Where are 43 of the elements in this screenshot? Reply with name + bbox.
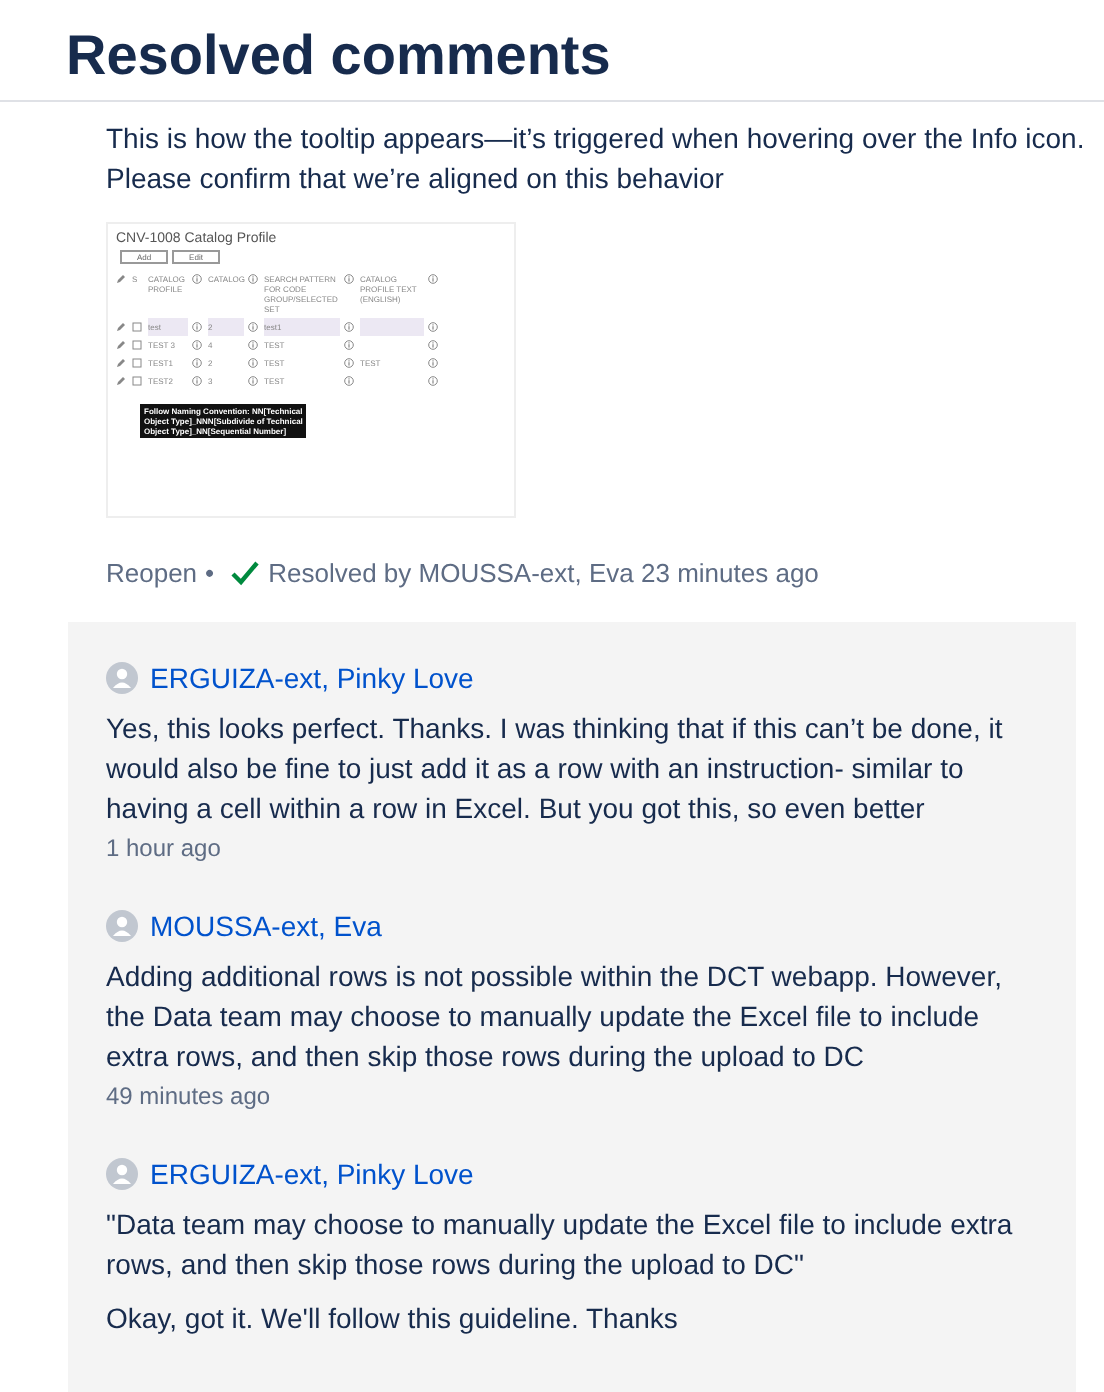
info-icon[interactable] [344,376,354,386]
reply-text: "Data team may choose to manually update the Excel file to include extra rows, and then skip those rows during the upload to DC" [106,1206,1015,1284]
separator: • [205,558,215,588]
reply-time: 1 hour ago [106,834,223,862]
author-name[interactable]: ERGUIZA-ext, Pinky Love [150,1158,474,1190]
reply-text: Okay, got it. We'll follow this guideline. Thanks [106,1300,680,1338]
reply-text: Adding additional rows is not possible within the DCT webapp. However, the Data team may choose to manually update the Excel file to include extra rows, and then skip those rows during the upload to DC [106,958,1004,1076]
info-icon[interactable] [344,274,354,284]
checkbox[interactable] [132,322,142,332]
pencil-icon[interactable] [116,274,126,284]
info-icon[interactable] [428,274,438,284]
avatar-icon [106,662,138,694]
info-icon[interactable] [192,358,202,368]
info-icon[interactable] [428,376,438,386]
info-icon[interactable] [248,340,258,350]
author-name[interactable]: ERGUIZA-ext, Pinky Love [150,662,474,694]
info-icon[interactable] [428,322,438,332]
avatar-icon [106,910,138,942]
page-title: Resolved comments [64,22,613,90]
reply-time: 49 minutes ago [106,1082,273,1110]
info-icon[interactable] [248,358,258,368]
info-icon[interactable] [428,358,438,368]
author-name[interactable]: MOUSSA-ext, Eva [150,910,382,942]
resolved-status: Resolved by MOUSSA-ext, Eva 23 minutes ago [268,558,819,588]
info-icon[interactable] [344,340,354,350]
info-icon[interactable] [248,322,258,332]
info-icon[interactable] [428,340,438,350]
info-icon[interactable] [248,274,258,284]
checkbox[interactable] [132,340,142,350]
info-icon[interactable] [248,376,258,386]
checkbox[interactable] [132,358,142,368]
avatar-icon [106,1158,138,1190]
checkbox[interactable] [132,376,142,386]
reopen-link[interactable]: Reopen [106,558,198,588]
info-icon[interactable] [344,358,354,368]
check-icon [230,560,261,586]
info-icon[interactable] [344,322,354,332]
comment-text: This is how the tooltip appears—it’s triggered when hovering over the Info icon. Please confirm that we’re aligned on this behavior [106,120,1087,198]
info-icon[interactable] [192,376,202,386]
info-icon[interactable] [192,322,202,332]
reply-text: Yes, this looks perfect. Thanks. I was thinking that if this can’t be done, it would also be fine to just add it as a row with an instruction- similar to having a cell within a row in Excel. But you got this, so even better [106,710,1005,828]
info-icon[interactable] [192,274,202,284]
info-icon[interactable] [192,340,202,350]
